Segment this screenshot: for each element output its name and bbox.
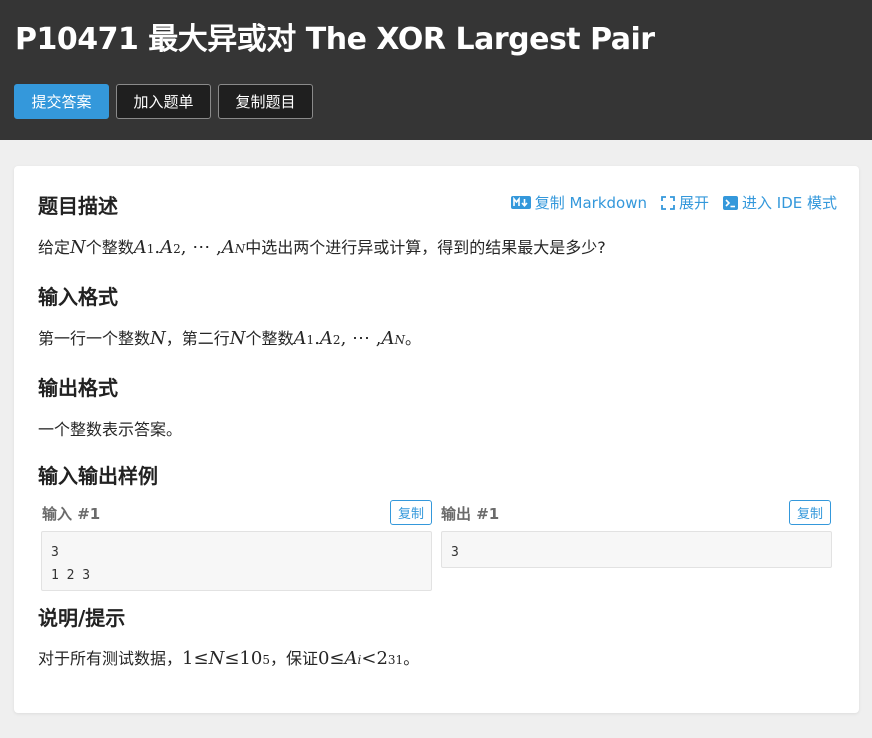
math-symbol: ≤ <box>329 648 345 669</box>
math-number: 1 <box>182 648 194 669</box>
math-subscript: 2 <box>332 333 341 347</box>
text-fragment: ，保证 <box>269 649 318 668</box>
text-fragment: 个整数 <box>245 329 294 348</box>
math-subscript: 1 <box>306 333 315 347</box>
text-fragment: 。 <box>404 329 421 348</box>
sample-input-label: 输入 #1 <box>42 505 101 523</box>
problem-header: P10471 最大异或对 The XOR Largest Pair 提交答案 加… <box>0 0 872 140</box>
math-subscript: N <box>394 333 405 347</box>
math-var: A <box>293 328 307 349</box>
description-text: 给定 N 个整数 A1.A2, ⋯ , AN 中选出两个进行异或计算，得到的结果… <box>38 234 606 258</box>
output-format-heading: 输出格式 <box>38 376 118 400</box>
page-title: P10471 最大异或对 The XOR Largest Pair <box>15 22 655 57</box>
text-fragment: 给定 <box>38 238 71 257</box>
math-symbol: ≤ <box>193 648 209 669</box>
terminal-icon <box>723 195 738 210</box>
output-format-text: 一个整数表示答案。 <box>38 420 183 439</box>
copy-markdown-label: 复制 Markdown <box>534 194 647 212</box>
math-var: A <box>160 237 174 258</box>
math-symbol: , ⋯ , <box>180 237 222 258</box>
copy-input-button[interactable]: 复制 <box>390 500 432 525</box>
math-var: A <box>344 648 358 669</box>
math-symbol: < <box>361 648 377 669</box>
math-var: N <box>208 648 225 669</box>
math-subscript: 1 <box>146 242 155 256</box>
math-var: N <box>70 237 86 258</box>
text-fragment: 第一行一个整数 <box>38 329 151 348</box>
copy-problem-button[interactable]: 复制题目 <box>218 84 313 119</box>
copy-markdown-link[interactable]: 复制 Markdown <box>510 192 647 213</box>
expand-label: 展开 <box>678 194 709 212</box>
math-number: 2 <box>376 648 388 669</box>
hint-heading: 说明/提示 <box>38 606 126 630</box>
text-fragment: 中选出两个进行异或计算，得到的结果最大是多少? <box>245 238 606 257</box>
add-to-list-button[interactable]: 加入题单 <box>116 84 211 119</box>
sample-output-label: 输出 #1 <box>441 505 500 523</box>
sample-output-block[interactable]: 3 <box>441 531 832 568</box>
math-var: N <box>150 328 166 349</box>
ide-mode-label: 进入 IDE 模式 <box>742 194 837 212</box>
text-fragment: 。 <box>403 649 420 668</box>
samples-heading: 输入输出样例 <box>38 464 158 488</box>
math-var: A <box>221 237 235 258</box>
math-number: 10 <box>239 648 263 669</box>
math-superscript: 5 <box>262 653 270 667</box>
sample-input-block[interactable]: 3 1 2 3 <box>41 531 432 591</box>
copy-output-button[interactable]: 复制 <box>789 500 831 525</box>
text-fragment: 对于所有测试数据， <box>38 649 183 668</box>
submit-answer-button[interactable]: 提交答案 <box>14 84 109 119</box>
math-subscript: N <box>234 242 246 256</box>
math-superscript: 31 <box>387 653 404 667</box>
math-var: A <box>319 328 333 349</box>
input-format-heading: 输入格式 <box>38 285 118 309</box>
hint-text: 对于所有测试数据， 1 ≤ N ≤ 10 5 ，保证 0 ≤ Ai < 2 31。 <box>38 645 419 669</box>
description-heading: 题目描述 <box>38 194 118 218</box>
math-number: 0 <box>317 648 330 669</box>
input-format-text: 第一行一个整数 N ，第二行 N 个整数 A1.A2, ⋯ , A N。 <box>38 325 421 349</box>
math-var: N <box>229 328 246 349</box>
text-fragment: 个整数 <box>85 238 134 257</box>
math-var: A <box>381 328 395 349</box>
markdown-icon <box>510 196 531 209</box>
expand-icon <box>661 195 675 210</box>
expand-link[interactable]: 展开 <box>661 192 709 213</box>
problem-card: 复制 Markdown 展开 进入 IDE 模式 题目描述 给定 N 个整数 A… <box>14 166 859 713</box>
math-var: A <box>133 237 147 258</box>
ide-mode-link[interactable]: 进入 IDE 模式 <box>723 192 837 213</box>
problem-toolbar: 复制 Markdown 展开 进入 IDE 模式 <box>510 192 837 213</box>
math-symbol: ≤ <box>224 648 240 669</box>
math-subscript: 2 <box>173 242 181 256</box>
math-symbol: , ⋯ , <box>340 328 382 349</box>
text-fragment: ，第二行 <box>165 329 230 348</box>
